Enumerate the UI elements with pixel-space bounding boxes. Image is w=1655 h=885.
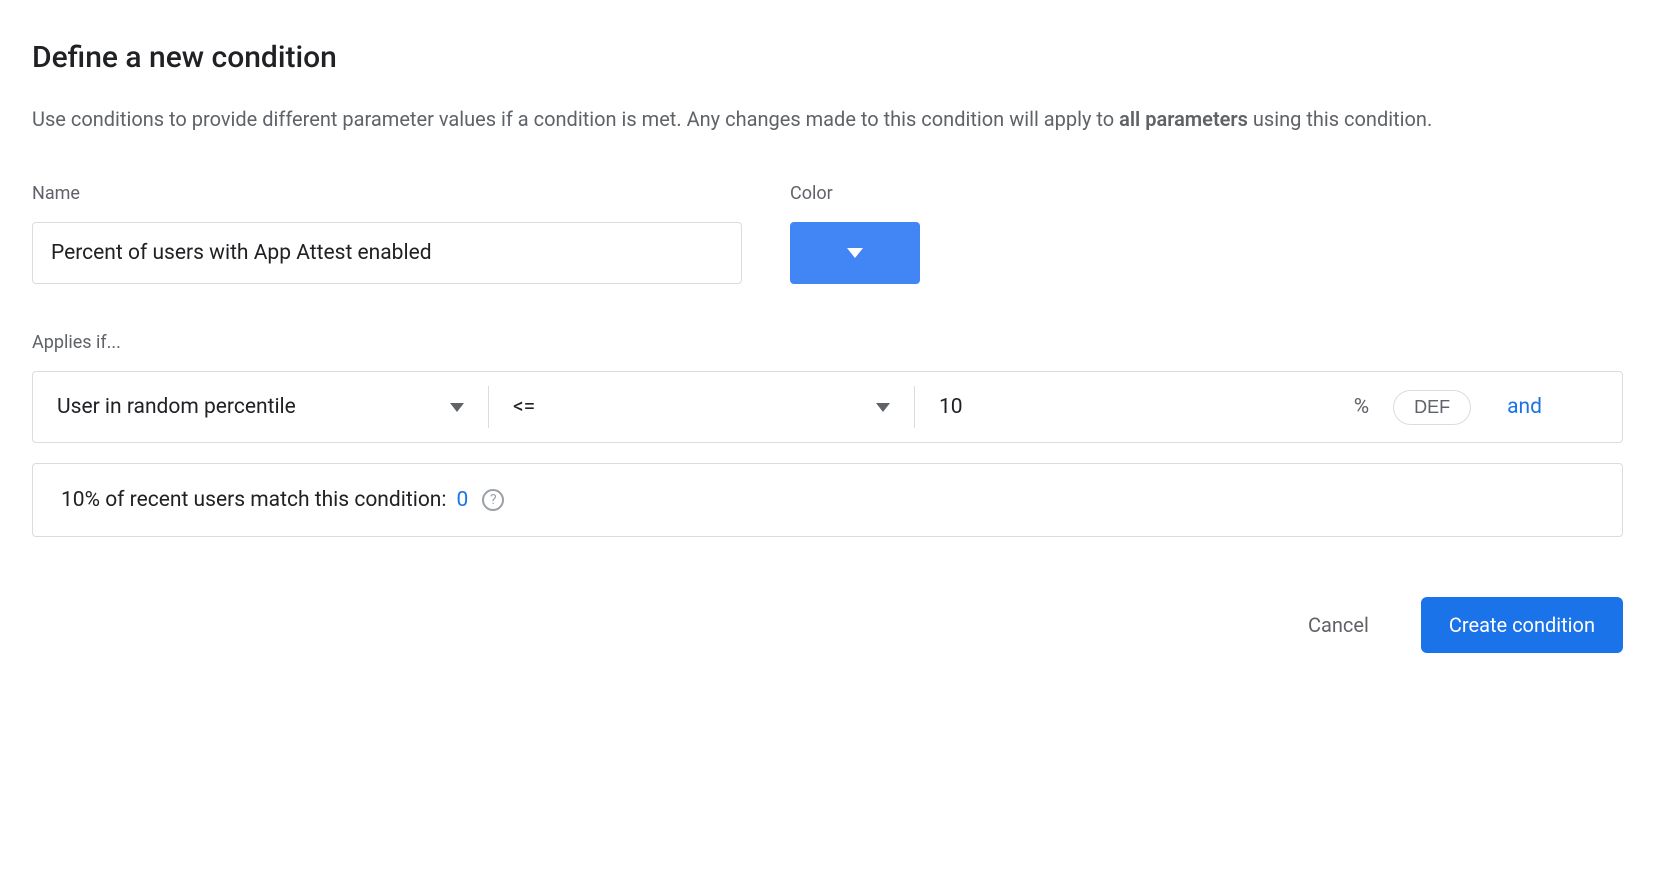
- applies-label: Applies if...: [32, 332, 1623, 353]
- chevron-down-icon: [450, 403, 464, 412]
- name-field-group: Name: [32, 183, 742, 284]
- match-count: 0: [456, 488, 468, 512]
- match-info-box: 10% of recent users match this condition…: [32, 463, 1623, 537]
- page-title: Define a new condition: [32, 40, 1623, 75]
- button-row: Cancel Create condition: [32, 597, 1623, 653]
- description-prefix: Use conditions to provide different para…: [32, 107, 1119, 131]
- condition-type-dropdown[interactable]: User in random percentile: [33, 372, 488, 442]
- create-condition-button[interactable]: Create condition: [1421, 597, 1623, 653]
- cancel-button[interactable]: Cancel: [1288, 601, 1389, 649]
- condition-type-text: User in random percentile: [57, 395, 296, 419]
- color-label: Color: [790, 183, 920, 204]
- name-label: Name: [32, 183, 742, 204]
- unit-label: %: [1354, 395, 1393, 419]
- condition-row: User in random percentile <= % DEF and: [32, 371, 1623, 443]
- applies-section: Applies if... User in random percentile …: [32, 332, 1623, 537]
- caret-down-icon: [847, 248, 863, 258]
- description-bold: all parameters: [1119, 107, 1248, 131]
- operator-text: <=: [513, 395, 535, 419]
- match-text: 10% of recent users match this condition…: [61, 488, 446, 512]
- field-row: Name Color: [32, 183, 1623, 284]
- operator-dropdown[interactable]: <=: [489, 372, 914, 442]
- chevron-down-icon: [876, 403, 890, 412]
- page-description: Use conditions to provide different para…: [32, 103, 1623, 135]
- color-picker-button[interactable]: [790, 222, 920, 284]
- color-field-group: Color: [790, 183, 920, 284]
- value-cell: [915, 372, 1354, 442]
- name-input[interactable]: [32, 222, 742, 284]
- seed-chip[interactable]: DEF: [1393, 390, 1471, 425]
- value-input[interactable]: [939, 395, 1330, 419]
- description-suffix: using this condition.: [1248, 107, 1432, 131]
- and-button[interactable]: and: [1507, 395, 1622, 419]
- help-icon[interactable]: ?: [482, 489, 504, 511]
